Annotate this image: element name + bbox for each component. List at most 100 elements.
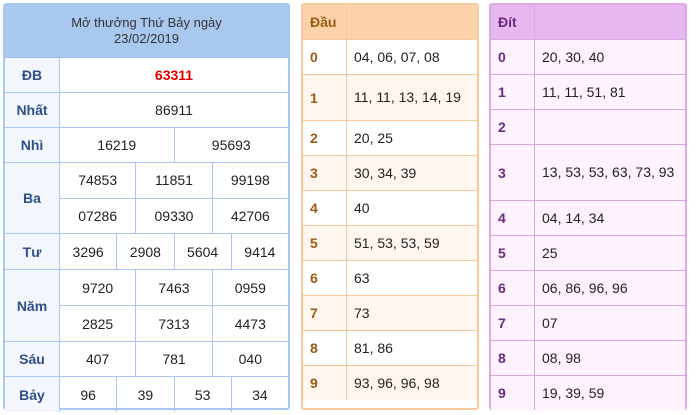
prize-number: 39 <box>116 377 173 412</box>
dau-table: Đầu 0 04, 06, 07, 08 1 11, 11, 13, 14, 19 2 2… <box>301 3 479 410</box>
dit-digit: 3 <box>491 145 535 200</box>
dit-digit: 0 <box>491 40 535 74</box>
dit-table: Đít 0 20, 30, 40 1 11, 11, 51, 81 2 3 13, 53, … <box>489 3 687 410</box>
prize-row: Năm 9720 7463 0959 2825 7313 4473 <box>5 270 288 342</box>
prize-label: Năm <box>5 270 60 341</box>
prize-label: Bảy <box>5 377 60 412</box>
prize-label: Ba <box>5 163 60 233</box>
prize-number: 2908 <box>116 234 173 269</box>
prize-number: 9720 <box>82 279 114 296</box>
dau-row: 8 81, 86 <box>303 330 477 365</box>
dau-digit: 4 <box>303 191 347 225</box>
prize-row: ĐB 63311 <box>5 58 288 93</box>
dau-row: 9 93, 96, 96, 98 <box>303 365 477 400</box>
prize-row: Nhì 16219 95693 <box>5 128 288 163</box>
dau-numbers: 04, 06, 07, 08 <box>354 48 440 65</box>
prize-number: 34 <box>230 377 288 412</box>
dit-numbers: 04, 14, 34 <box>542 209 605 226</box>
dau-row: 7 73 <box>303 295 477 330</box>
dau-numbers: 63 <box>354 269 370 286</box>
prize-number: 7463 <box>135 270 211 305</box>
dit-digit: 5 <box>491 236 535 270</box>
prize-label: Nhất <box>5 93 60 127</box>
prize-number: 07286 <box>78 207 118 224</box>
dit-numbers: 06, 86, 96, 96 <box>542 279 628 296</box>
dit-numbers: 20, 30, 40 <box>542 48 605 65</box>
prize-number: 781 <box>135 342 211 376</box>
dit-numbers <box>535 110 685 144</box>
dau-row: 5 51, 53, 53, 59 <box>303 225 477 260</box>
dau-row: 2 20, 25 <box>303 120 477 155</box>
dau-digit: 7 <box>303 296 347 330</box>
prize-number: 53 <box>173 377 231 412</box>
prize-row: Tư 3296 2908 5604 9414 <box>5 234 288 270</box>
dau-digit: 8 <box>303 331 347 365</box>
prize-number: 040 <box>211 342 288 376</box>
dit-row: 2 <box>491 109 685 144</box>
dit-numbers: 11, 11, 51, 81 <box>542 83 626 100</box>
prize-number: 96 <box>80 386 96 403</box>
prize-row: Bảy 96 39 53 34 <box>5 377 288 412</box>
dit-numbers: 13, 53, 53, 63, 73, 93 <box>542 164 675 180</box>
dau-digit: 5 <box>303 226 347 260</box>
prize-number: 09330 <box>135 198 211 233</box>
prize-number: 5604 <box>173 234 231 269</box>
dit-digit: 2 <box>491 110 535 144</box>
prize-label: Tư <box>5 234 60 269</box>
prize-number: 407 <box>85 351 110 367</box>
dit-digit: 8 <box>491 341 535 375</box>
prize-number: 2825 <box>82 315 114 332</box>
dit-digit: 1 <box>491 75 535 109</box>
dit-row: 0 20, 30, 40 <box>491 39 685 74</box>
dit-row: 4 04, 14, 34 <box>491 200 685 235</box>
dau-row: 4 40 <box>303 190 477 225</box>
prize-number: 11851 <box>135 163 211 198</box>
dau-numbers: 51, 53, 53, 59 <box>354 234 440 251</box>
dit-digit: 7 <box>491 306 535 340</box>
dit-header-values <box>535 5 685 39</box>
dau-header: Đầu <box>303 5 347 39</box>
dit-numbers: 07 <box>542 314 558 331</box>
dau-numbers: 11, 11, 13, 14, 19 <box>354 89 461 105</box>
prize-number: 0959 <box>211 270 288 305</box>
prize-number: 42706 <box>211 198 288 233</box>
dit-header: Đít <box>491 5 535 39</box>
results-table: Mở thưởng Thứ Bảy ngày 23/02/2019 ĐB 6331… <box>3 3 290 412</box>
prize-number: 95693 <box>173 128 289 162</box>
special-prize-number: 63311 <box>154 67 194 83</box>
dit-row: 7 07 <box>491 305 685 340</box>
prize-number: 9414 <box>230 234 288 269</box>
prize-row: Nhất 86911 <box>5 93 288 128</box>
dau-digit: 1 <box>303 75 347 120</box>
dit-row: 3 13, 53, 53, 63, 73, 93 <box>491 144 685 200</box>
results-body: ĐB 63311 Nhất 86911 Nhì 16219 95693 Ba 74853 1185… <box>5 58 288 412</box>
dit-numbers: 08, 98 <box>542 349 581 366</box>
dau-digit: 9 <box>303 366 347 400</box>
dau-row: 6 63 <box>303 260 477 295</box>
results-title-date: 23/02/2019 <box>113 31 180 46</box>
prize-number: 3296 <box>72 243 104 260</box>
dau-row: 3 30, 34, 39 <box>303 155 477 190</box>
prize-number: 74853 <box>78 172 118 189</box>
prize-number: 86911 <box>155 102 193 118</box>
dit-digit: 6 <box>491 271 535 305</box>
dau-numbers: 81, 86 <box>354 339 393 356</box>
dau-digit: 0 <box>303 40 347 74</box>
prize-number: 16219 <box>97 137 137 153</box>
dau-header-values <box>347 5 477 39</box>
dit-digit: 4 <box>491 201 535 235</box>
prize-label: Nhì <box>5 128 60 162</box>
dit-row: 6 06, 86, 96, 96 <box>491 270 685 305</box>
prize-number: 99198 <box>211 163 288 198</box>
prize-label: ĐB <box>5 58 60 92</box>
dau-numbers: 93, 96, 96, 98 <box>354 374 440 391</box>
prize-row: Sáu 407 781 040 <box>5 342 288 377</box>
prize-number: 7313 <box>135 306 211 341</box>
prize-number: 4473 <box>211 306 288 341</box>
dau-digit: 3 <box>303 156 347 190</box>
prize-label: Sáu <box>5 342 60 376</box>
dit-row: 9 19, 39, 59 <box>491 375 685 410</box>
results-title-line1: Mở thưởng Thứ Bảy ngày <box>71 15 222 30</box>
dau-row: 0 04, 06, 07, 08 <box>303 39 477 74</box>
dau-row: 1 11, 11, 13, 14, 19 <box>303 74 477 120</box>
